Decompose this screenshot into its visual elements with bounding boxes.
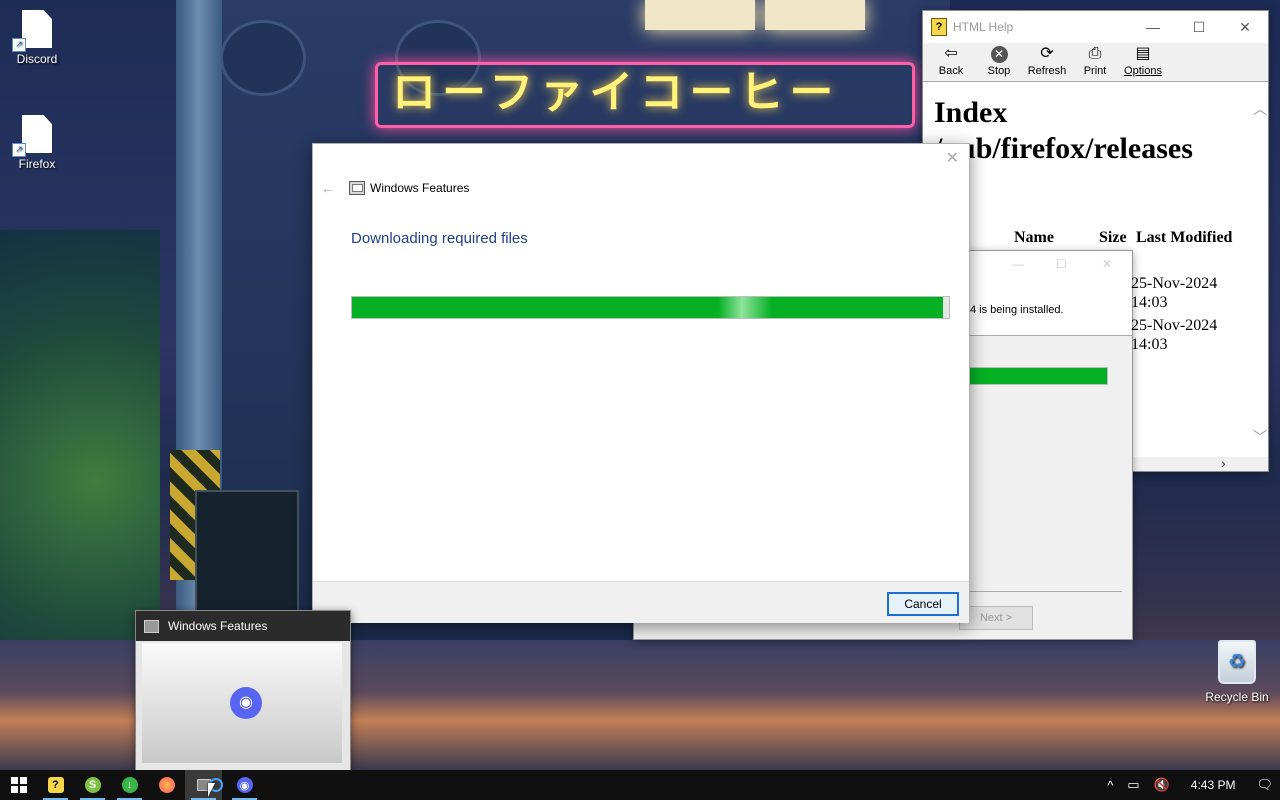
back-arrow-icon: ⇦ [944, 45, 958, 62]
shortcut-arrow-icon: ↗ [12, 38, 26, 52]
thumbnail-header: Windows Features [136, 611, 350, 641]
cancel-button[interactable]: Cancel [887, 592, 959, 616]
scroll-up-icon[interactable]: ︿ [1253, 99, 1267, 119]
dialog-heading: Downloading required files [351, 230, 528, 247]
column-header-last-modified[interactable]: Last Modified [1136, 229, 1232, 247]
download-progress-bar [351, 296, 950, 319]
minimize-button[interactable]: — [1012, 257, 1024, 271]
column-header-name[interactable]: Name [1014, 229, 1054, 247]
desktop-icon-discord[interactable]: ↗ Discord [0, 10, 74, 66]
dialog-footer: Cancel [313, 581, 969, 623]
mouse-cursor-icon [208, 783, 215, 797]
system-tray: ^ ▭ 🔇 4:43 PM 🗨 [1100, 770, 1280, 800]
refresh-button[interactable]: ⟳ Refresh [1023, 43, 1071, 81]
toolbar-label: Stop [987, 65, 1011, 77]
modified-date: 25-Nov-2024 [1131, 275, 1218, 292]
maximize-button[interactable]: ☐ [1176, 19, 1222, 36]
stop-icon: ✕ [990, 46, 1008, 63]
shortcut-file-icon [22, 10, 52, 48]
windows-features-icon [144, 619, 159, 633]
wallpaper-chalkboard [195, 490, 299, 624]
desktop-icon-label: Discord [16, 52, 58, 66]
toolbar-label: Options [1124, 65, 1162, 77]
volume-muted-icon[interactable]: 🔇 [1147, 777, 1177, 793]
print-icon: ⎙ [1088, 45, 1102, 62]
window-title: HTML Help [953, 20, 1014, 34]
close-button[interactable]: ✕ [946, 148, 959, 168]
table-row: 25-Nov-2024 14:03 [1131, 274, 1217, 312]
next-button[interactable]: Next > [959, 606, 1033, 630]
thumbnail-window-preview[interactable]: ◉ [142, 643, 342, 763]
clock[interactable]: 4:43 PM [1177, 778, 1250, 792]
network-icon[interactable]: ▭ [1120, 777, 1146, 793]
stop-button[interactable]: ✕ Stop [975, 43, 1023, 81]
desktop-icon-label: Firefox [18, 157, 56, 171]
modified-date: 25-Nov-2024 [1131, 317, 1218, 334]
wallpaper-ac-unit [220, 20, 306, 96]
notifications-icon[interactable]: 🗨 [1249, 777, 1280, 793]
toolbar-label: Print [1083, 65, 1107, 77]
options-icon: ▤ [1135, 45, 1151, 62]
html-help-toolbar: ⇦ Back ✕ Stop ⟳ Refresh ⎙ Print ▤ Option… [923, 43, 1268, 82]
html-help-titlebar[interactable]: ? HTML Help — ☐ ✕ [923, 11, 1268, 43]
close-button[interactable]: ✕ [1102, 257, 1112, 271]
refresh-icon: ⟳ [1040, 45, 1054, 62]
taskbar-thumbnail-preview[interactable]: Windows Features ◉ [135, 610, 351, 772]
column-header-size[interactable]: Size [1099, 229, 1127, 247]
help-icon[interactable]: ? [37, 770, 74, 800]
install-progress-fill [955, 368, 1107, 384]
shortcut-arrow-icon: ↗ [12, 143, 26, 157]
page-heading: Index /pub/firefox/releases S/ [934, 96, 1193, 201]
wallpaper-window [645, 0, 755, 30]
install-progress-bar [954, 367, 1108, 385]
print-button[interactable]: ⎙ Print [1071, 43, 1119, 81]
modified-time: 14:03 [1131, 294, 1168, 311]
wallpaper-neon-sign: ローファイコーヒー [375, 62, 915, 128]
table-row: 25-Nov-2024 14:03 [1131, 316, 1217, 354]
taskbar: ? S ↓ ◉ ^ ▭ 🔇 4:43 PM 🗨 [0, 770, 1280, 800]
minimize-button[interactable]: — [1130, 19, 1176, 36]
back-button[interactable]: ⇦ Back [927, 43, 975, 81]
discord-icon[interactable]: ◉ [226, 770, 263, 800]
windows-features-icon [349, 181, 365, 195]
dialog-title: Windows Features [370, 181, 470, 195]
s-app-icon[interactable]: S [74, 770, 111, 800]
scroll-right-icon[interactable]: › [1221, 455, 1226, 471]
install-status-text: 4 is being installed. [970, 304, 1064, 316]
desktop-icon-firefox[interactable]: ↗ Firefox [0, 115, 74, 171]
maximize-button[interactable]: ☐ [1056, 257, 1067, 271]
windows-start-icon[interactable] [0, 770, 37, 800]
toolbar-label: Refresh [1027, 65, 1067, 77]
firefox-icon[interactable] [148, 770, 185, 800]
thumbnail-title: Windows Features [168, 619, 268, 633]
help-question-icon: ? [931, 18, 947, 36]
scroll-down-icon[interactable]: ﹀ [1253, 427, 1267, 447]
toolbar-label: Back [938, 65, 964, 77]
download-icon[interactable]: ↓ [111, 770, 148, 800]
download-progress-fill [352, 297, 944, 318]
modified-time: 14:03 [1131, 336, 1168, 353]
shortcut-file-icon [22, 115, 52, 153]
windows-features-dialog: ✕ ← Windows Features Downloading require… [312, 143, 970, 623]
vertical-scrollbar[interactable]: ︿ ﹀ [1253, 91, 1267, 461]
back-button[interactable]: ← [321, 180, 335, 196]
desktop-icon-label: Recycle Bin [1205, 690, 1269, 704]
wallpaper-window [765, 0, 865, 30]
options-button[interactable]: ▤ Options [1119, 43, 1167, 81]
discord-icon: ◉ [230, 687, 262, 719]
desktop-icon-recycle-bin[interactable]: ♻ Recycle Bin [1200, 640, 1274, 704]
recycle-bin-icon: ♻ [1218, 640, 1256, 684]
close-button[interactable]: ✕ [1222, 19, 1268, 36]
chevron-up-icon[interactable]: ^ [1100, 778, 1120, 793]
wallpaper-shop-window [0, 230, 160, 650]
